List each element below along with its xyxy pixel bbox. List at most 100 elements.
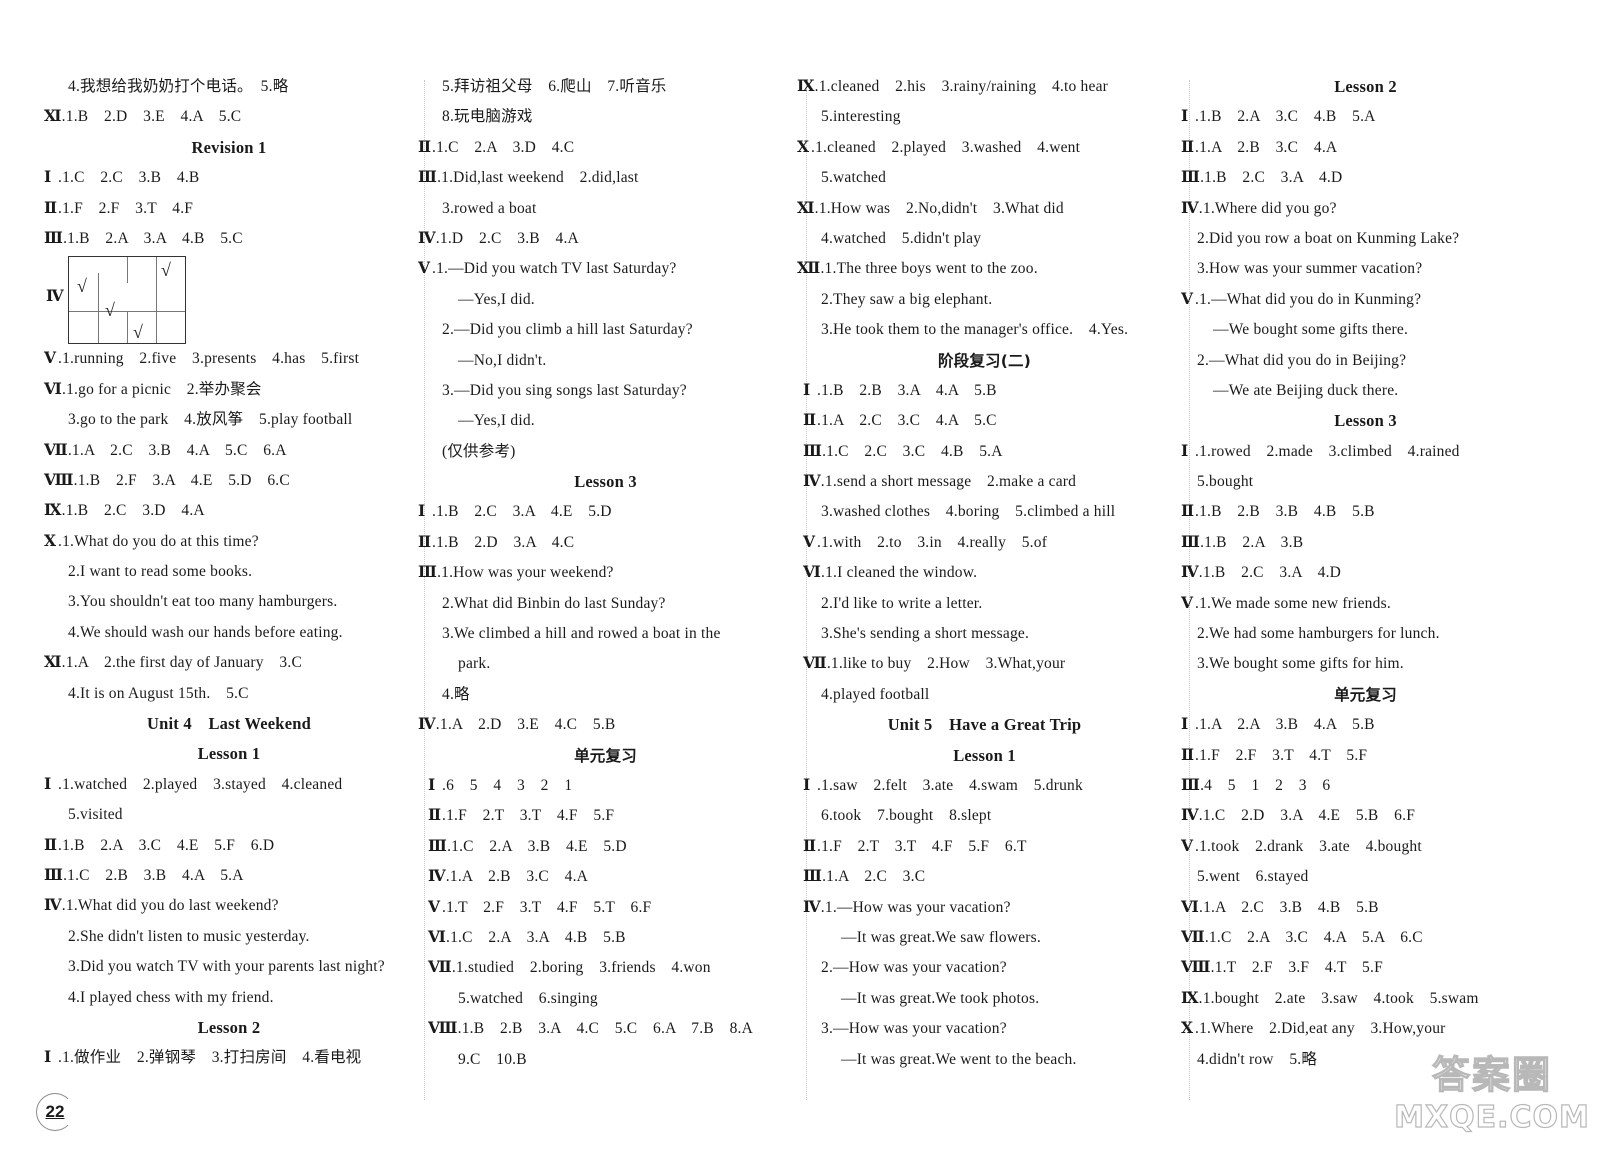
answer-line: 3.go to the park 4.放风筝 5.play football <box>68 411 353 429</box>
section-numeral: Ⅶ <box>44 441 68 459</box>
section-numeral: Ⅱ <box>1181 503 1195 521</box>
answer-line: 2.What did Binbin do last Sunday? <box>442 594 666 612</box>
answer-text: .1.—How was your vacation? <box>820 898 1011 916</box>
answer-line: 5.watched 6.singing <box>458 989 598 1007</box>
answer-text: .1.B 2.B 3.B 4.B 5.B <box>1195 503 1375 521</box>
answer-line: Ⅰ .1.watched 2.played 3.stayed 4.cleaned <box>44 770 414 800</box>
page-number: 22 <box>36 1093 74 1131</box>
checkmark-icon: √ <box>105 300 115 321</box>
answer-line: 9.C 10.B <box>458 1050 527 1068</box>
section-numeral: Ⅱ <box>428 807 442 825</box>
section-numeral: Ⅺ <box>44 108 62 126</box>
lesson-heading: Lesson 3 <box>1334 411 1397 431</box>
answer-line: Ⅷ.1.B 2.F 3.A 4.E 5.D 6.C <box>44 466 414 496</box>
answer-line: —It was great.We took photos. <box>841 989 1040 1007</box>
answer-text: .1.B 2.D 3.E 4.A 5.C <box>61 108 242 126</box>
answer-text: .1.B 2.B 3.A 4.A 5.B <box>817 381 997 399</box>
answer-line: 4.We should wash our hands before eating… <box>68 623 343 641</box>
note-line: (仅供参考) <box>442 442 516 460</box>
answer-text: .1.B 2.C 3.D 4.A <box>61 502 205 520</box>
section-numeral: Ⅴ <box>1181 290 1194 308</box>
answer-text: .1.studied 2.boring 3.friends 4.won <box>451 959 711 977</box>
answer-text: .1.F 2.F 3.T 4.F <box>58 199 194 217</box>
section-numeral: Ⅱ <box>44 836 58 854</box>
answer-line: Ⅱ.1.B 2.D 3.A 4.C <box>418 528 793 558</box>
answer-line: Ⅱ.1.F 2.F 3.T 4.F <box>44 194 414 224</box>
answer-line: Ⅷ.1.B 2.B 3.A 4.C 5.C 6.A 7.B 8.A <box>418 1014 793 1044</box>
answer-text: .1.send a short message 2.make a card <box>820 473 1077 491</box>
answer-text: .1.rowed 2.made 3.climbed 4.rained <box>1195 442 1460 460</box>
answer-text: .6 5 4 3 2 1 <box>442 776 573 794</box>
answer-text: .1.C 2.D 3.A 4.E 5.B 6.F <box>1198 807 1416 825</box>
section-numeral: Ⅶ <box>428 959 452 977</box>
column-3: Ⅸ.1.cleaned 2.his 3.rainy/raining 4.to h… <box>797 72 1172 1075</box>
answer-text: .1.—What did you do in Kunming? <box>1195 290 1422 308</box>
answer-text: .1.做作业 2.弹钢琴 3.打扫房间 4.看电视 <box>58 1049 362 1067</box>
section-numeral: Ⅰ <box>428 776 436 794</box>
answer-text: .1.saw 2.felt 3.ate 4.swam 5.drunk <box>817 776 1083 794</box>
section-numeral: Ⅺ <box>797 199 815 217</box>
answer-line: Ⅳ.1.A 2.B 3.C 4.A <box>418 862 793 892</box>
grid-line <box>127 257 128 284</box>
answer-line: 4.I played chess with my friend. <box>68 988 274 1006</box>
section-numeral: Ⅲ <box>428 837 448 855</box>
answer-line: 4.略 <box>442 685 470 703</box>
answer-line: 3.How was your summer vacation? <box>1197 260 1423 278</box>
answer-line: 4.watched 5.didn't play <box>821 229 982 247</box>
answer-text: .1.C 2.C 3.B 4.B <box>58 169 200 187</box>
answer-text: .1.C 2.A 3.B 4.E 5.D <box>447 837 627 855</box>
answer-text: .1.bought 2.ate 3.saw 4.took 5.swam <box>1198 989 1479 1007</box>
answer-text: .1.C 2.B 3.B 4.A 5.A <box>63 866 244 884</box>
section-numeral: Ⅳ <box>803 898 821 916</box>
answer-line: Ⅸ.1.cleaned 2.his 3.rainy/raining 4.to h… <box>797 72 1172 102</box>
section-numeral: Ⅳ <box>418 229 436 247</box>
answer-line: 3.We bought some gifts for him. <box>1197 655 1404 673</box>
answer-line: 2.—How was your vacation? <box>821 959 1007 977</box>
section-numeral: Ⅱ <box>1181 138 1195 156</box>
section-numeral: Ⅷ <box>428 1020 458 1038</box>
answer-line: Ⅱ.1.F 2.T 3.T 4.F 5.F 6.T <box>797 832 1172 862</box>
answer-line: Ⅴ .1.—What did you do in Kunming? <box>1173 285 1558 315</box>
answer-text: .1.A 2.C 3.C <box>822 868 926 886</box>
answer-line: Ⅷ.1.T 2.F 3.F 4.T 5.F <box>1173 953 1558 983</box>
answer-line: Ⅰ .1.B 2.B 3.A 4.A 5.B <box>797 376 1172 406</box>
section-numeral: Ⅵ <box>1181 898 1200 916</box>
answer-line: Ⅳ.1.What did you do last weekend? <box>44 891 414 921</box>
answer-line: 2.We had some hamburgers for lunch. <box>1197 625 1440 643</box>
answer-line: 3.—How was your vacation? <box>821 1020 1007 1038</box>
answer-text: .1.A 2.the first day of January 3.C <box>61 654 302 672</box>
section-numeral: Ⅳ <box>44 897 62 915</box>
section-numeral: Ⅶ <box>803 655 827 673</box>
lesson-heading: Lesson 2 <box>1334 77 1397 96</box>
answer-line: Ⅵ.1.C 2.A 3.A 4.B 5.B <box>418 923 793 953</box>
answer-line: —We bought some gifts there. <box>1213 321 1409 339</box>
answer-line: Ⅲ.1.C 2.B 3.B 4.A 5.A <box>44 861 414 891</box>
answer-text: .1.What did you do last weekend? <box>61 897 279 915</box>
answer-line: park. <box>458 655 491 673</box>
unit-heading: Unit 5 Have a Great Trip <box>887 715 1082 735</box>
answer-line: 2.I'd like to write a letter. <box>821 594 983 612</box>
answer-text: .1.with 2.to 3.in 4.really 5.of <box>817 533 1048 551</box>
answer-line: 5.拜访祖父母 6.爬山 7.听音乐 <box>442 78 667 95</box>
answer-text: .1.How was 2.No,didn't 3.What did <box>814 199 1064 217</box>
answer-line: Ⅱ.1.A 2.B 3.C 4.A <box>1173 133 1558 163</box>
answer-text: .1.B 2.A 3.C 4.E 5.F 6.D <box>58 836 275 854</box>
answer-text: .1.B 2.B 3.A 4.C 5.C 6.A 7.B 8.A <box>457 1020 753 1038</box>
stage-review-heading: 阶段复习(二) <box>937 351 1032 370</box>
section-numeral: Ⅵ <box>44 380 63 398</box>
answer-line: Ⅲ.4 5 1 2 3 6 <box>1173 771 1558 801</box>
answer-line: —Yes,I did. <box>458 412 535 430</box>
lesson-heading: Lesson 3 <box>574 472 637 492</box>
section-numeral: Ⅰ <box>803 381 811 399</box>
section-numeral: Ⅳ <box>46 288 64 306</box>
answer-text: .1.A 2.B 3.C 4.A <box>445 868 589 886</box>
answer-text: .1.—Did you watch TV last Saturday? <box>432 260 677 278</box>
answer-line: Ⅲ.1.C 2.A 3.B 4.E 5.D <box>418 832 793 862</box>
section-numeral: Ⅰ <box>418 503 426 521</box>
section-numeral: Ⅰ <box>1181 442 1189 460</box>
section-numeral: Ⅱ <box>803 837 817 855</box>
answer-text: .1.How was your weekend? <box>437 564 614 582</box>
answer-line: Ⅴ .1.took 2.drank 3.ate 4.bought <box>1173 832 1558 862</box>
answer-line: Ⅶ.1.like to buy 2.How 3.What,your <box>797 649 1172 679</box>
section-numeral: Ⅳ <box>1181 199 1199 217</box>
